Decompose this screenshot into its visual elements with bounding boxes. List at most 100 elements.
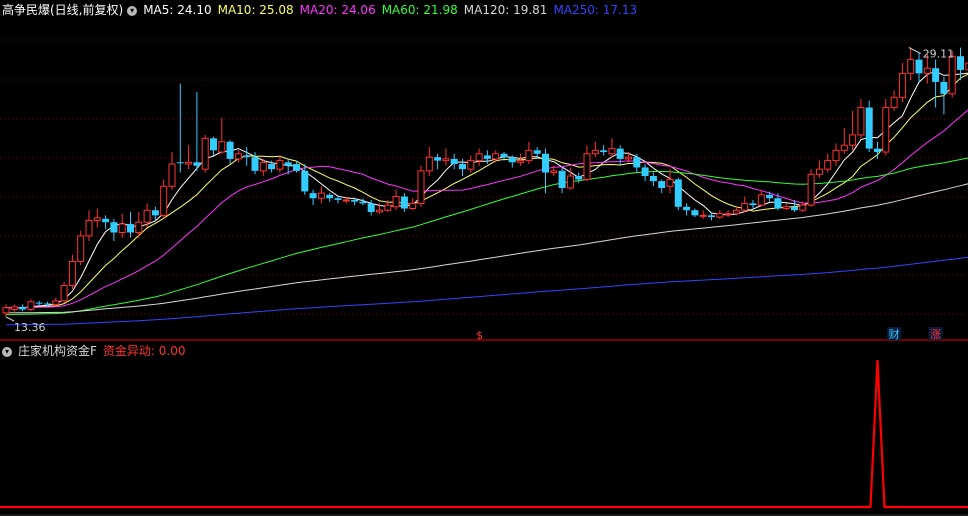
candle[interactable]	[127, 211, 134, 238]
candle[interactable]	[583, 145, 591, 182]
candle[interactable]	[766, 191, 774, 202]
candle[interactable]	[641, 164, 649, 182]
indicator-name[interactable]: 庄家机构资金F	[18, 344, 97, 358]
candle[interactable]	[749, 199, 757, 209]
candle[interactable]	[19, 304, 27, 312]
candle[interactable]	[807, 169, 815, 207]
candle[interactable]	[907, 47, 915, 81]
candle[interactable]	[459, 158, 466, 176]
candle[interactable]	[176, 83, 184, 173]
candle[interactable]	[683, 203, 691, 216]
event-marker-0[interactable]: $	[476, 329, 483, 342]
candle[interactable]	[85, 210, 93, 242]
candle-body	[791, 206, 798, 211]
candle[interactable]	[450, 153, 458, 170]
candle[interactable]	[483, 150, 491, 165]
candle[interactable]	[757, 189, 765, 207]
candle[interactable]	[932, 59, 940, 108]
candle[interactable]	[93, 208, 101, 228]
candle[interactable]	[857, 99, 865, 139]
candle[interactable]	[691, 208, 699, 218]
candle[interactable]	[193, 92, 201, 171]
candle[interactable]	[160, 179, 168, 219]
candle[interactable]	[110, 218, 118, 242]
candle-body	[766, 194, 774, 199]
candle[interactable]	[600, 145, 608, 156]
candle[interactable]	[10, 304, 18, 313]
candle[interactable]	[824, 153, 832, 173]
candle[interactable]	[741, 196, 749, 212]
candle[interactable]	[716, 210, 724, 219]
candle[interactable]	[649, 172, 657, 187]
candle[interactable]	[782, 203, 790, 211]
candle[interactable]	[309, 189, 317, 206]
candle[interactable]	[608, 138, 616, 158]
candle[interactable]	[674, 177, 682, 211]
candle[interactable]	[666, 169, 674, 194]
candle-body	[2, 307, 10, 314]
candle[interactable]	[102, 215, 110, 230]
candle[interactable]	[118, 213, 126, 238]
candle[interactable]	[201, 134, 209, 173]
stock-chart[interactable]: 29.11 13.36 $ 财 涨	[0, 0, 968, 516]
candle[interactable]	[658, 179, 666, 194]
candle[interactable]	[168, 152, 176, 190]
candle[interactable]	[815, 160, 823, 178]
candle[interactable]	[52, 297, 60, 307]
candle[interactable]	[68, 254, 76, 289]
candle[interactable]	[425, 146, 433, 176]
candle[interactable]	[2, 304, 10, 317]
candlestick-series[interactable]	[2, 47, 968, 317]
chevron-down-icon[interactable]: ▾	[2, 346, 12, 357]
candle[interactable]	[957, 47, 964, 81]
candle[interactable]	[724, 210, 732, 218]
candle[interactable]	[276, 155, 284, 173]
candle-body	[882, 107, 890, 153]
candle[interactable]	[849, 110, 857, 151]
candle[interactable]	[890, 90, 898, 111]
candle[interactable]	[442, 148, 450, 166]
candle[interactable]	[226, 140, 234, 165]
indicator-panel	[0, 359, 968, 516]
stock-title[interactable]: 高争民爆(日线,前复权)	[2, 3, 123, 17]
event-marker-1[interactable]: 财	[887, 327, 902, 341]
candle[interactable]	[475, 148, 483, 166]
candle[interactable]	[77, 230, 85, 265]
indicator-value: 资金异动: 0.00	[102, 344, 186, 358]
candle[interactable]	[326, 193, 334, 202]
chevron-down-icon[interactable]: ▾	[127, 5, 138, 16]
candle[interactable]	[774, 193, 782, 211]
candle[interactable]	[243, 146, 251, 166]
candle[interactable]	[915, 52, 923, 82]
candle[interactable]	[865, 100, 873, 153]
candle[interactable]	[27, 299, 35, 312]
candle-body	[558, 170, 566, 188]
candle[interactable]	[699, 210, 707, 219]
candle[interactable]	[185, 145, 193, 170]
candle[interactable]	[317, 186, 325, 204]
candle[interactable]	[434, 153, 442, 170]
candle[interactable]	[417, 165, 425, 207]
candle[interactable]	[633, 153, 641, 173]
candle[interactable]	[832, 143, 840, 166]
candle[interactable]	[591, 141, 599, 158]
candle[interactable]	[732, 206, 740, 216]
candle[interactable]	[218, 117, 226, 154]
candle-body	[251, 157, 259, 171]
candle[interactable]	[616, 145, 624, 166]
candle[interactable]	[508, 155, 516, 168]
candle-body	[907, 59, 915, 74]
candle[interactable]	[525, 141, 533, 165]
candle[interactable]	[334, 194, 342, 204]
candle[interactable]	[392, 189, 400, 211]
candle[interactable]	[60, 282, 68, 303]
candle[interactable]	[840, 128, 848, 154]
candle[interactable]	[400, 193, 408, 212]
candle[interactable]	[882, 99, 890, 156]
candle-body	[284, 162, 292, 166]
candle[interactable]	[409, 198, 417, 211]
candle[interactable]	[558, 167, 566, 194]
event-marker-2[interactable]: 涨	[928, 327, 943, 341]
candle[interactable]	[210, 136, 217, 156]
candle[interactable]	[898, 63, 906, 103]
